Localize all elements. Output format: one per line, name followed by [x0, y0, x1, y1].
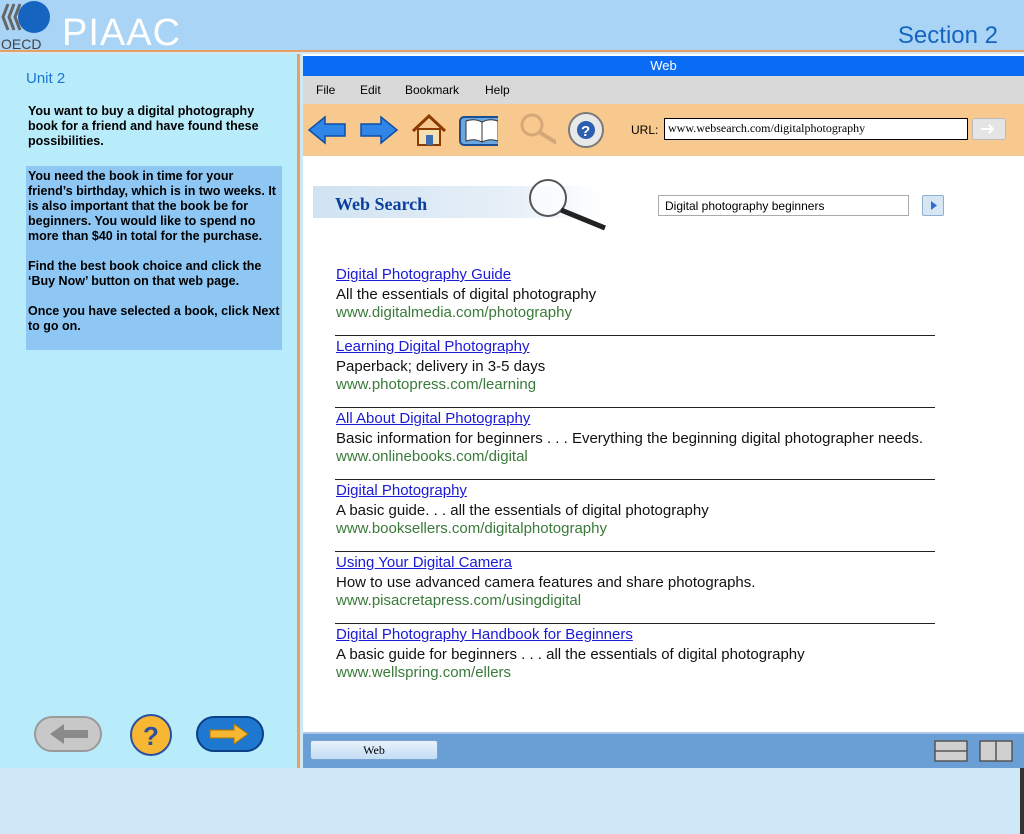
app-title: PIAAC — [62, 12, 182, 54]
horizontal-split-icon[interactable] — [934, 740, 968, 762]
unit-label: Unit 2 — [26, 70, 66, 87]
result-description: A basic guide. . . all the essentials of… — [336, 502, 709, 519]
go-button[interactable] — [972, 118, 1006, 140]
section-title: Section 2 — [897, 22, 998, 49]
taskbar-tab-web[interactable]: Web — [310, 740, 438, 760]
search-result: Digital Photography Handbook for Beginne… — [335, 624, 935, 696]
web-search-title: Web Search — [335, 194, 428, 214]
back-arrow-icon — [50, 724, 88, 744]
help-lifebuoy-icon[interactable]: ? — [566, 111, 606, 149]
search-results: Digital Photography Guide All the essent… — [335, 264, 935, 696]
vertical-split-icon[interactable] — [979, 740, 1013, 762]
task-paragraph: You need the book in time for your frien… — [28, 169, 276, 243]
go-arrow-icon — [981, 124, 995, 134]
scrollbar[interactable] — [1020, 768, 1024, 834]
search-button[interactable] — [922, 195, 944, 216]
url-field[interactable]: www.websearch.com/digitalphotography — [664, 118, 968, 140]
menu-bookmark[interactable]: Bookmark — [405, 83, 459, 97]
help-button[interactable]: ? — [130, 714, 172, 756]
result-url: www.onlinebooks.com/digital — [336, 448, 528, 465]
result-description: Basic information for beginners . . . Ev… — [336, 430, 924, 447]
task-intro: You want to buy a digital photography bo… — [28, 104, 259, 148]
svg-text:?: ? — [143, 721, 159, 751]
url-label: URL: — [631, 123, 659, 137]
taskbar: Web — [303, 732, 1024, 768]
search-result: Digital Photography Guide All the essent… — [335, 264, 935, 336]
task-paragraph: Find the best book choice and click the … — [28, 259, 262, 288]
home-icon[interactable] — [409, 111, 449, 149]
search-input[interactable]: Digital photography beginners — [658, 195, 909, 216]
result-description: All the essentials of digital photograph… — [336, 286, 597, 303]
result-url: www.booksellers.com/digitalphotography — [336, 520, 607, 537]
task-instructions: You need the book in time for your frien… — [26, 166, 282, 350]
result-link[interactable]: Digital Photography Handbook for Beginne… — [336, 626, 633, 643]
svg-text:?: ? — [581, 123, 590, 140]
play-arrow-icon — [931, 201, 937, 210]
previous-button[interactable] — [34, 716, 102, 752]
menu-edit[interactable]: Edit — [360, 83, 381, 97]
magnifier-icon — [529, 179, 606, 231]
browser-title: Web — [303, 56, 1024, 76]
question-mark-icon: ? — [143, 721, 159, 751]
oecd-logo-text: OECD — [1, 36, 41, 52]
back-arrow-icon[interactable] — [307, 111, 347, 149]
result-description: How to use advanced camera features and … — [336, 574, 756, 591]
result-url: www.digitalmedia.com/photography — [336, 304, 572, 321]
browser-window: Web File Edit Bookmark Help ? URL: www.w… — [303, 54, 1024, 834]
task-paragraph: Once you have selected a book, click Nex… — [28, 304, 280, 333]
result-description: Paperback; delivery in 3-5 days — [336, 358, 546, 375]
result-link[interactable]: Learning Digital Photography — [336, 338, 529, 355]
task-panel: Unit 2 You want to buy a digital photogr… — [0, 54, 300, 768]
result-url: www.photopress.com/learning — [336, 376, 537, 393]
search-result: All About Digital Photography Basic info… — [335, 408, 935, 480]
browser-toolbar: ? URL: www.websearch.com/digitalphotogra… — [303, 104, 1024, 156]
oecd-logo: OECD — [1, 1, 50, 52]
result-link[interactable]: Digital Photography — [336, 482, 467, 499]
search-result: Learning Digital Photography Paperback; … — [335, 336, 935, 408]
result-link[interactable]: All About Digital Photography — [336, 410, 530, 427]
search-result: Digital Photography A basic guide. . . a… — [335, 480, 935, 552]
next-button[interactable] — [196, 716, 264, 752]
forward-arrow-icon — [209, 723, 249, 745]
web-page: Web Search Digital photography beginners… — [303, 156, 1024, 834]
menu-file[interactable]: File — [316, 83, 335, 97]
result-link[interactable]: Using Your Digital Camera — [336, 554, 512, 571]
result-description: A basic guide for beginners . . . all th… — [336, 646, 805, 663]
menu-bar: File Edit Bookmark Help — [303, 76, 1024, 104]
book-icon[interactable] — [458, 111, 498, 149]
search-result: Using Your Digital Camera How to use adv… — [335, 552, 935, 624]
top-header: OECD PIAAC Section 2 — [0, 0, 1024, 54]
menu-help[interactable]: Help — [485, 83, 510, 97]
result-link[interactable]: Digital Photography Guide — [336, 266, 511, 283]
forward-arrow-icon[interactable] — [359, 111, 399, 149]
result-url: www.wellspring.com/ellers — [336, 664, 512, 681]
search-icon[interactable] — [516, 111, 556, 149]
result-url: www.pisacretapress.com/usingdigital — [336, 592, 582, 609]
